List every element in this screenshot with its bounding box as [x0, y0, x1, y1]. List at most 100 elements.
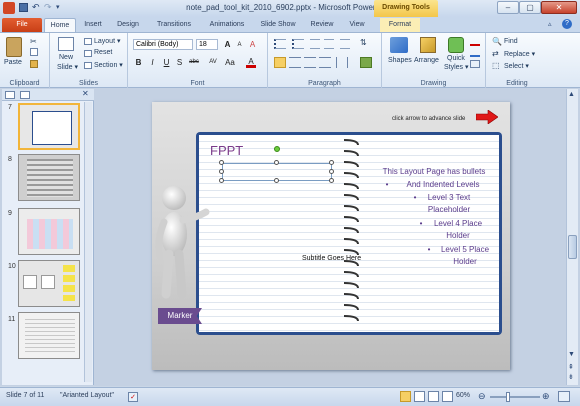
close-button[interactable]: ✕ [541, 1, 577, 14]
section-button[interactable]: Section ▾ [94, 61, 123, 69]
slide-thumbnail-7[interactable] [18, 103, 80, 150]
select-icon[interactable]: ⬚ [492, 61, 500, 70]
resize-handle-br[interactable] [329, 178, 334, 183]
tab-slideshow[interactable]: Slide Show [256, 18, 300, 32]
slideshow-view-icon[interactable] [442, 391, 453, 402]
new-slide-label[interactable]: New [59, 54, 73, 61]
normal-view-icon[interactable] [400, 391, 411, 402]
justify-icon[interactable] [319, 57, 331, 68]
columns-icon[interactable] [336, 57, 348, 68]
font-size-select[interactable]: 18 [196, 39, 218, 50]
quick-styles-button[interactable]: Quick [447, 55, 465, 62]
close-panel-icon[interactable]: ✕ [82, 89, 89, 98]
subtitle-placeholder[interactable]: Subtitle Goes Here [302, 255, 361, 262]
slide-thumbnail-11[interactable] [18, 312, 80, 359]
paste-icon[interactable] [6, 37, 22, 57]
resize-handle-ml[interactable] [219, 169, 224, 174]
fit-to-window-icon[interactable] [558, 391, 570, 402]
bullet-level-4b[interactable]: Holder [426, 231, 490, 241]
zoom-level[interactable]: 60% [456, 392, 470, 399]
reset-button[interactable]: Reset [94, 49, 112, 56]
layout-icon[interactable] [84, 38, 92, 45]
find-icon[interactable]: 🔍 [492, 37, 502, 46]
line-spacing-icon[interactable] [340, 39, 350, 49]
bullet-level-1[interactable]: This Layout Page has bullets [370, 167, 498, 177]
increase-indent-icon[interactable] [324, 39, 334, 49]
slide-thumbnail-9[interactable] [18, 208, 80, 255]
section-icon[interactable] [84, 62, 92, 69]
copy-icon[interactable] [30, 48, 38, 56]
change-case-button[interactable]: Aa [223, 57, 237, 68]
zoom-slider[interactable] [490, 396, 540, 398]
resize-handle-bc[interactable] [274, 178, 279, 183]
paste-button[interactable]: Paste [4, 59, 22, 66]
bullet-level-2[interactable]: And Indented Levels [396, 180, 490, 190]
zoom-in-icon[interactable]: ⊕ [542, 391, 550, 402]
reading-view-icon[interactable] [428, 391, 439, 402]
bold-button[interactable]: B [133, 57, 144, 68]
bullet-level-5a[interactable]: Level 5 Place [432, 245, 498, 255]
arrange-icon[interactable] [420, 37, 436, 53]
slide-thumbnail-8[interactable] [18, 154, 80, 201]
scroll-down-icon[interactable]: ▼ [568, 351, 575, 358]
theme-name[interactable]: "Arianted Layout" [60, 392, 114, 399]
replace-button[interactable]: Replace ▾ [504, 50, 535, 58]
tab-design[interactable]: Design [112, 18, 144, 32]
font-color-icon[interactable]: A [246, 58, 256, 68]
advance-arrow-icon[interactable] [476, 110, 498, 124]
font-family-select[interactable]: Calibri (Body) [133, 39, 193, 50]
slide-title[interactable]: FPPT [210, 143, 243, 158]
char-spacing-button[interactable]: AV [206, 57, 220, 68]
marker-tag[interactable]: Marker [158, 308, 202, 324]
align-right-icon[interactable] [304, 57, 316, 68]
help-icon[interactable]: ? [562, 19, 572, 29]
quick-styles-button2[interactable]: Styles ▾ [444, 63, 469, 71]
slide-sorter-icon[interactable] [414, 391, 425, 402]
new-slide-icon[interactable] [58, 37, 74, 51]
tab-home[interactable]: Home [44, 18, 76, 32]
zoom-slider-thumb[interactable] [506, 392, 510, 402]
quick-styles-icon[interactable] [448, 37, 464, 53]
tab-format[interactable]: Format [380, 18, 420, 32]
shape-outline-icon[interactable] [470, 49, 480, 57]
bullet-level-3a[interactable]: Level 3 Text [420, 193, 478, 203]
layout-button[interactable]: Layout ▾ [94, 37, 120, 45]
bullet-level-5b[interactable]: Holder [432, 257, 498, 267]
smartart-icon[interactable] [360, 57, 372, 68]
shrink-font-button[interactable]: A [234, 40, 245, 51]
shape-fill-icon[interactable] [470, 38, 480, 46]
rotate-handle[interactable] [274, 146, 280, 152]
italic-button[interactable]: I [147, 57, 158, 68]
maximize-button[interactable]: ▢ [519, 1, 541, 14]
select-button[interactable]: Select ▾ [504, 62, 529, 70]
shape-effects-icon[interactable] [470, 60, 480, 68]
tab-animations[interactable]: Animations [204, 18, 250, 32]
scroll-thumb[interactable] [568, 235, 577, 259]
slides-tab-icon[interactable] [5, 91, 15, 99]
clear-format-button[interactable]: A [247, 39, 258, 50]
shadow-button[interactable]: S [174, 57, 185, 68]
spellcheck-icon[interactable]: ✓ [128, 392, 138, 402]
tab-view[interactable]: View [344, 18, 370, 32]
new-slide-label2[interactable]: Slide ▾ [57, 63, 78, 71]
panel-scrollbar[interactable] [84, 102, 92, 382]
strikethrough-button[interactable]: abc [186, 57, 202, 68]
resize-handle-tl[interactable] [219, 160, 224, 165]
zoom-out-icon[interactable]: ⊖ [478, 391, 486, 402]
align-center-icon[interactable] [289, 57, 301, 68]
minimize-button[interactable]: – [497, 1, 519, 14]
bullet-level-4a[interactable]: Level 4 Place [426, 219, 490, 229]
underline-button[interactable]: U [161, 57, 172, 68]
resize-handle-mr[interactable] [329, 169, 334, 174]
prev-slide-icon[interactable]: ⇞ [568, 363, 574, 371]
grow-font-button[interactable]: A [222, 39, 233, 50]
scroll-up-icon[interactable]: ▲ [568, 91, 575, 98]
shapes-button[interactable]: Shapes [388, 57, 412, 64]
find-button[interactable]: Find [504, 38, 518, 45]
cut-icon[interactable]: ✂ [30, 37, 37, 46]
tab-transitions[interactable]: Transitions [150, 18, 198, 32]
minimize-ribbon-icon[interactable]: ▵ [548, 20, 552, 28]
reset-icon[interactable] [84, 50, 92, 57]
next-slide-icon[interactable]: ⇟ [568, 373, 574, 381]
bullet-level-3b[interactable]: Placeholder [420, 205, 478, 215]
